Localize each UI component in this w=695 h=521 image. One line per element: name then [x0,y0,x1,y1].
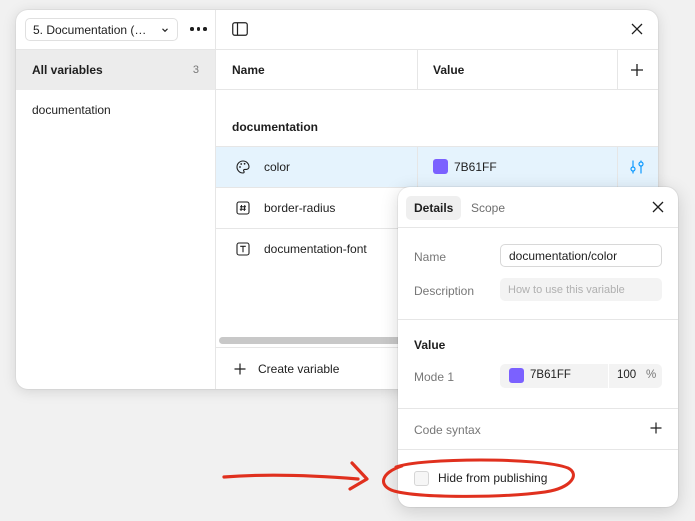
table-header: Name Value [216,49,658,90]
value-heading: Value [414,338,446,352]
opacity-value[interactable]: 100 [617,369,636,381]
color-swatch[interactable] [509,368,524,383]
more-options-icon[interactable] [190,22,208,36]
column-divider [417,50,418,90]
group-heading: documentation [232,120,318,134]
variable-name: documentation-font [264,242,367,256]
collection-label: 5. Documentation (D... [33,22,151,37]
code-syntax-label: Code syntax [414,423,481,437]
create-variable-button[interactable]: Create variable [234,362,339,376]
table-row[interactable]: color 7B61FF [216,146,658,187]
annotation-arrow [222,473,360,481]
column-divider [617,147,618,187]
opacity-unit: % [646,369,657,381]
tab-scope[interactable]: Scope [463,196,513,220]
name-label: Name [414,250,447,264]
chevron-down-icon [162,28,168,33]
column-divider [617,50,618,90]
variable-name: border-radius [264,201,336,215]
add-code-syntax-icon[interactable] [650,422,662,434]
all-variables-count: 3 [192,64,199,76]
variable-name-input[interactable]: documentation/color [500,244,662,267]
description-label: Description [414,284,475,298]
divider [398,227,678,228]
sidebar-toggle-icon[interactable] [232,22,248,36]
plus-icon [234,363,246,375]
color-swatch[interactable] [433,159,448,174]
sidebar-item-all-variables[interactable]: All variables 3 [16,50,215,90]
variable-name: color [264,160,291,174]
name-column-header: Name [232,63,265,77]
divider [398,408,678,409]
divider [398,449,678,450]
mode-label: Mode 1 [414,370,455,384]
close-icon[interactable] [652,201,664,213]
divider [398,319,678,320]
close-icon[interactable] [630,22,644,36]
edit-variable-icon[interactable] [629,159,645,175]
divider [608,364,609,388]
add-mode-icon[interactable] [629,62,645,78]
value-column-header: Value [433,63,465,77]
sidebar-item-documentation[interactable]: documentation [32,103,111,117]
tab-details[interactable]: Details [406,196,462,220]
horizontal-scrollbar[interactable] [219,337,419,344]
collections-sidebar: 5. Documentation (D... All variables 3 d… [16,10,216,389]
palette-icon [236,160,250,174]
create-variable-label: Create variable [258,362,340,376]
variable-value[interactable]: 7B61FF [454,160,497,174]
variable-details-popover: Details Scope Name documentation/color D… [398,187,678,507]
collection-dropdown[interactable]: 5. Documentation (D... [25,18,178,41]
all-variables-label: All variables [32,63,103,77]
column-divider [417,147,418,187]
hex-value[interactable]: 7B61FF [530,369,571,381]
hide-from-publishing-checkbox[interactable] [414,471,429,486]
hide-from-publishing-label: Hide from publishing [438,471,548,485]
text-icon [236,242,250,256]
number-icon [236,201,250,215]
annotation-arrowhead [348,461,369,491]
description-input[interactable]: How to use this variable [500,278,662,301]
mode-value-field[interactable]: 7B61FF 100 % [500,364,662,388]
